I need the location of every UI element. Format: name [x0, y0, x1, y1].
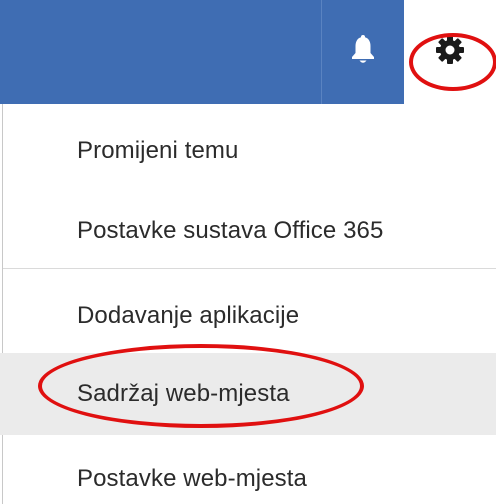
menu-item-add-app[interactable]: Dodavanje aplikacije: [0, 275, 496, 357]
menu-item-label: Promijeni temu: [77, 137, 239, 164]
menu-divider: [3, 268, 496, 269]
settings-button[interactable]: [404, 0, 496, 104]
menu-item-label: Postavke web-mjesta: [77, 465, 307, 492]
menu-item-site-contents[interactable]: Sadržaj web-mjesta: [0, 353, 496, 435]
notifications-button[interactable]: [322, 0, 404, 104]
top-bar: [0, 0, 496, 104]
settings-menu: Promijeni temu Postavke sustava Office 3…: [0, 104, 496, 504]
bell-icon: [350, 34, 376, 70]
menu-item-label: Postavke sustava Office 365: [77, 217, 384, 244]
menu-item-change-theme[interactable]: Promijeni temu: [0, 110, 496, 192]
menu-item-label: Sadržaj web-mjesta: [77, 380, 290, 407]
menu-item-label: Dodavanje aplikacije: [77, 302, 300, 329]
menu-item-office365-settings[interactable]: Postavke sustava Office 365: [0, 190, 496, 272]
menu-item-site-settings[interactable]: Postavke web-mjesta: [0, 438, 496, 504]
gear-icon: [435, 35, 465, 70]
app-frame: Promijeni temu Postavke sustava Office 3…: [0, 0, 496, 504]
